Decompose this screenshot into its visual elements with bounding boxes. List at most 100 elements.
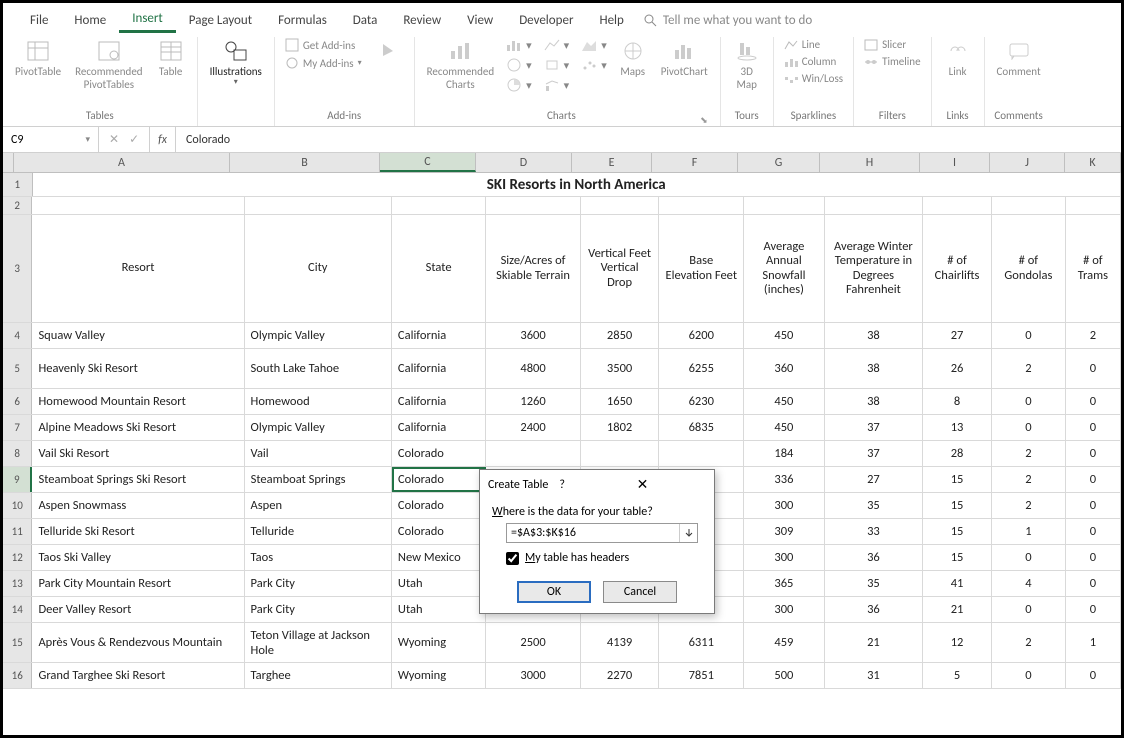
menu-insert[interactable]: Insert [119, 7, 176, 33]
cell[interactable]: Base Elevation Feet [659, 215, 744, 322]
cell[interactable]: 35 [825, 493, 923, 518]
cell[interactable]: 21 [923, 597, 992, 622]
cell[interactable]: South Lake Tahoe [245, 349, 392, 388]
slicer-button[interactable]: Slicer [862, 37, 922, 52]
cell[interactable]: 4139 [581, 623, 660, 662]
cell[interactable]: Telluride [245, 519, 392, 544]
cell[interactable] [32, 197, 244, 214]
cell[interactable]: Wyoming [392, 623, 486, 662]
cell[interactable]: California [392, 415, 486, 440]
cell[interactable]: 365 [744, 571, 825, 596]
addins-more-button[interactable] [370, 37, 406, 67]
cell[interactable]: 27 [923, 323, 992, 348]
table-button[interactable]: Table [153, 37, 189, 80]
cell[interactable]: 0 [1066, 349, 1121, 388]
cell[interactable]: 8 [923, 389, 992, 414]
row-header-8[interactable]: 8 [3, 441, 32, 466]
cell[interactable]: Resort [32, 215, 244, 322]
chart-hier-button[interactable]: ▾ [504, 57, 534, 73]
cell[interactable]: Size/Acres of Skiable Terrain [486, 215, 580, 322]
cell[interactable]: Olympic Valley [245, 323, 392, 348]
col-header-B[interactable]: B [230, 153, 380, 172]
cell[interactable]: 41 [923, 571, 992, 596]
cell[interactable]: Park City [245, 571, 392, 596]
chart-combo-button[interactable]: ▾ [542, 77, 572, 93]
col-header-D[interactable]: D [476, 153, 572, 172]
cell[interactable]: Wyoming [392, 663, 486, 688]
cell[interactable]: 300 [744, 493, 825, 518]
cell[interactable] [992, 197, 1066, 214]
cell[interactable]: 15 [923, 493, 992, 518]
cell[interactable]: Taos Ski Valley [32, 545, 244, 570]
cell[interactable]: 0 [1066, 571, 1121, 596]
row-header-9[interactable]: 9 [3, 467, 32, 492]
row-header-10[interactable]: 10 [3, 493, 32, 518]
cell[interactable]: 450 [744, 389, 825, 414]
cell[interactable]: Aspen Snowmass [32, 493, 244, 518]
dialog-help-button[interactable]: ? [551, 478, 630, 492]
fx-button[interactable]: fx [150, 127, 176, 152]
col-header-I[interactable]: I [920, 153, 990, 172]
cell[interactable]: 28 [923, 441, 992, 466]
formula-input[interactable]: Colorado [176, 133, 1121, 147]
row-header-16[interactable]: 16 [3, 663, 32, 688]
sparkline-column-button[interactable]: Column [782, 54, 845, 69]
comment-button[interactable]: Comment [993, 37, 1045, 80]
3d-map-button[interactable]: 3D Map [729, 37, 765, 93]
cell[interactable]: 6230 [659, 389, 744, 414]
cell[interactable]: 37 [825, 415, 923, 440]
row-header-12[interactable]: 12 [3, 545, 32, 570]
cell[interactable]: 36 [825, 597, 923, 622]
row-header-2[interactable]: 2 [3, 197, 32, 214]
row-header-14[interactable]: 14 [3, 597, 32, 622]
cell[interactable]: 450 [744, 415, 825, 440]
cell[interactable]: 300 [744, 597, 825, 622]
cell[interactable]: Olympic Valley [245, 415, 392, 440]
headers-checkbox-label[interactable]: My table has headers [506, 551, 702, 565]
col-header-F[interactable]: F [652, 153, 738, 172]
cell[interactable] [581, 441, 660, 466]
cell[interactable]: 1 [992, 519, 1066, 544]
cell[interactable]: 0 [1066, 389, 1121, 414]
cell[interactable] [486, 197, 580, 214]
formula-enter-icon[interactable]: ✓ [129, 132, 139, 147]
formula-cancel-icon[interactable]: ✕ [109, 132, 119, 147]
cell[interactable]: 0 [1066, 493, 1121, 518]
cell[interactable]: Colorado [392, 493, 486, 518]
chart-line-button[interactable]: ▾ [542, 37, 572, 53]
title-cell[interactable]: SKI Resorts in North America [33, 173, 1121, 196]
cell[interactable]: 0 [1066, 415, 1121, 440]
cell[interactable]: 38 [825, 389, 923, 414]
cell[interactable]: 3000 [486, 663, 580, 688]
row-header-15[interactable]: 15 [3, 623, 32, 662]
chart-bar-button[interactable]: ▾ [504, 37, 534, 53]
recommended-pivottables-button[interactable]: Recommended PivotTables [71, 37, 146, 93]
col-header-K[interactable]: K [1065, 153, 1121, 172]
row-header-4[interactable]: 4 [3, 323, 32, 348]
cell[interactable]: Vail Ski Resort [32, 441, 244, 466]
col-header-C[interactable]: C [380, 153, 476, 172]
timeline-button[interactable]: Timeline [862, 54, 922, 69]
cell[interactable]: 5 [923, 663, 992, 688]
pivotchart-button[interactable]: PivotChart [657, 37, 712, 80]
cell[interactable]: Squaw Valley [32, 323, 244, 348]
cell[interactable]: 309 [744, 519, 825, 544]
cell[interactable]: 12 [923, 623, 992, 662]
sparkline-winloss-button[interactable]: Win/Loss [782, 71, 845, 86]
col-header-A[interactable]: A [14, 153, 230, 172]
cell[interactable]: 0 [992, 545, 1066, 570]
cell[interactable]: Alpine Meadows Ski Resort [32, 415, 244, 440]
cell[interactable]: 2 [1066, 323, 1121, 348]
my-addins-button[interactable]: My Add-ins ▾ [283, 55, 364, 71]
cell[interactable]: State [392, 215, 486, 322]
cell[interactable]: 27 [825, 467, 923, 492]
chart-stat-button[interactable]: ▾ [542, 57, 572, 73]
cell[interactable]: California [392, 323, 486, 348]
cell[interactable]: 6200 [659, 323, 744, 348]
cell[interactable]: 4 [992, 571, 1066, 596]
cell[interactable]: 0 [992, 389, 1066, 414]
cell[interactable]: 459 [744, 623, 825, 662]
cell[interactable]: Steamboat Springs Ski Resort [32, 467, 244, 492]
row-header-6[interactable]: 6 [3, 389, 32, 414]
dialog-close-button[interactable]: ✕ [631, 476, 706, 493]
